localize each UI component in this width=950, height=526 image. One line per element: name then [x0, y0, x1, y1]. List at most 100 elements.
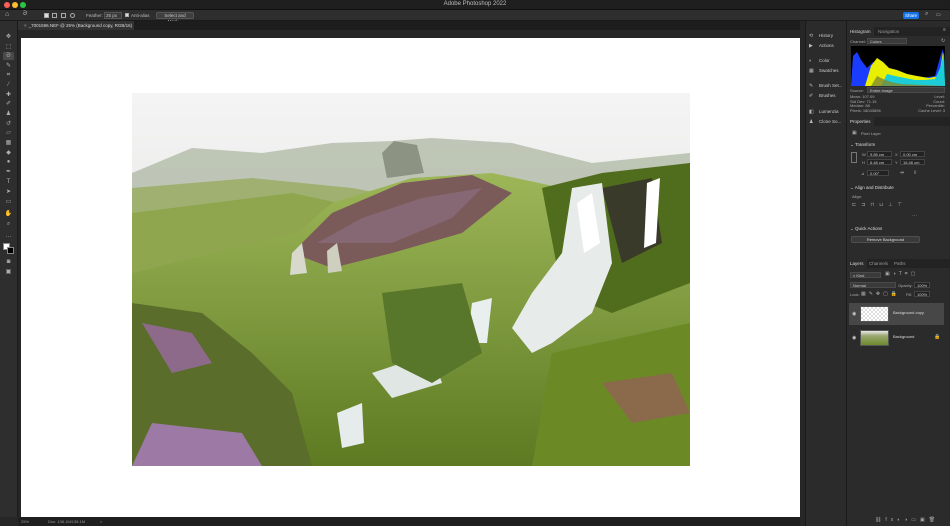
share-button[interactable]: Share — [903, 12, 919, 19]
tab-histogram[interactable]: Histogram — [847, 27, 874, 36]
fill-label: Fill: — [906, 292, 913, 297]
angle-field[interactable]: 0.00° — [867, 170, 889, 176]
remove-background-button[interactable]: Remove Background — [851, 236, 920, 243]
height-field[interactable]: 6.48 cm — [867, 159, 892, 165]
move-icon[interactable]: ✥ — [3, 33, 14, 41]
new-selection-icon[interactable] — [44, 13, 49, 18]
history-icon: ⟲ — [809, 33, 814, 39]
histogram-tabs: Histogram Navigation ≡ — [847, 27, 950, 36]
refresh-histogram-icon[interactable]: ↻ — [941, 38, 945, 44]
properties-tabs: Properties — [847, 117, 950, 126]
feather-input[interactable]: 25 px — [104, 12, 122, 19]
type-icon[interactable]: T — [3, 178, 14, 186]
brushes-panel-button[interactable]: ✐ Brushes — [809, 91, 836, 100]
blur-icon[interactable]: ◆ — [3, 149, 14, 157]
align-buttons[interactable]: ⊏⊐⊓⊔⊥⊤ — [852, 202, 907, 208]
history-panel-button[interactable]: ⟲ History — [809, 31, 833, 40]
add-selection-icon[interactable] — [52, 13, 57, 18]
lasso-icon[interactable]: ᘐ — [3, 52, 14, 60]
marquee-icon[interactable]: ⬚ — [3, 43, 14, 51]
tab-paths[interactable]: Paths — [891, 259, 909, 268]
crop-icon[interactable]: ⌗ — [3, 71, 14, 79]
source-select[interactable]: Entire Image — [867, 87, 945, 93]
close-tab-icon[interactable]: × — [24, 23, 27, 28]
tab-navigation[interactable]: Navigation — [875, 27, 902, 36]
lock-icons[interactable]: ▦✎✥▢🔒 — [861, 291, 900, 297]
width-field[interactable]: 9.85 cm — [867, 151, 892, 157]
select-and-mask-button[interactable]: Select and Mask... — [156, 12, 194, 24]
zoom-icon[interactable]: ⌕ — [3, 220, 14, 228]
histogram-chart — [851, 49, 945, 86]
flip-vertical-icon[interactable]: ⇳ — [913, 170, 917, 176]
swatches-panel-button[interactable]: ▦ Swatches — [809, 66, 839, 75]
blend-mode-select[interactable]: Normal — [850, 282, 896, 288]
history-brush-icon[interactable]: ↺ — [3, 120, 14, 128]
search-icon[interactable]: ⌕ — [925, 11, 928, 18]
layer-thumbnail — [860, 330, 889, 346]
document-tab[interactable]: × _7001596.NEF @ 25% (Background copy, RG… — [18, 21, 134, 37]
shape-icon[interactable]: ▭ — [3, 198, 14, 206]
link-dimensions-icon[interactable] — [851, 152, 857, 163]
visibility-eye-icon[interactable]: ◉ — [852, 311, 856, 317]
dodge-icon[interactable]: ● — [3, 158, 14, 166]
pen-icon[interactable]: ✒ — [3, 168, 14, 176]
lasso-tool-preset-icon[interactable]: ᘐ — [23, 11, 27, 18]
status-menu-arrow[interactable]: > — [100, 517, 102, 526]
transform-section-title[interactable]: ⌄ Transform — [850, 142, 875, 148]
histogram-stats-left: Mean: 107.09 Std Dev: 71.15 Median: 88 P… — [850, 94, 881, 113]
flip-horizontal-icon[interactable]: ⇹ — [900, 170, 904, 176]
layers-footer-icons[interactable]: ⛓fx◐◑▭▣🗑 — [875, 517, 939, 523]
color-panel-button[interactable]: ◐ Color — [809, 56, 830, 65]
panel-menu-icon[interactable]: ≡ — [943, 27, 946, 33]
width-label: W — [862, 152, 866, 157]
layer-filter-icons[interactable]: ▣◑T⌗▢ — [885, 271, 918, 277]
layer-row-background[interactable]: ◉ Background 🔒 — [849, 327, 944, 349]
channel-select[interactable]: Colors — [867, 38, 907, 44]
app-title: Adobe Photoshop 2022 — [443, 1, 507, 7]
eyedropper-icon[interactable]: ⁄ — [3, 81, 14, 89]
tab-properties[interactable]: Properties — [847, 117, 874, 126]
tab-channels[interactable]: Channels — [866, 259, 891, 268]
layer-type-label: Pixel Layer — [861, 131, 881, 136]
y-field[interactable]: 16.46 cm — [900, 159, 925, 165]
landscape-photo[interactable] — [132, 93, 690, 466]
layer-name[interactable]: Background copy — [893, 310, 924, 315]
brush-settings-panel-button[interactable]: ✎ Brush Set... — [809, 81, 843, 90]
lumenzia-panel-button[interactable]: ◧ Lumenzia — [809, 107, 839, 116]
antialias-checkbox[interactable] — [125, 13, 129, 17]
quick-select-icon[interactable]: ✎ — [3, 62, 14, 70]
title-bar: Adobe Photoshop 2022 — [0, 0, 950, 10]
gradient-icon[interactable]: ▦ — [3, 139, 14, 147]
quick-actions-section-title[interactable]: ⌄ Quick Actions — [850, 226, 882, 232]
quick-mask-icon[interactable]: ◙ — [3, 258, 14, 266]
screen-mode-icon[interactable]: ▣ — [3, 268, 14, 276]
brush-icon[interactable]: ✐ — [3, 100, 14, 108]
intersect-selection-icon[interactable] — [70, 13, 75, 18]
eraser-icon[interactable]: ▱ — [3, 129, 14, 137]
opacity-field[interactable]: 100% — [914, 282, 930, 288]
layer-row-background-copy[interactable]: ◉ Background copy — [849, 303, 944, 325]
more-align-icon[interactable]: ··· — [912, 213, 917, 219]
visibility-eye-icon[interactable]: ◉ — [852, 335, 856, 341]
actions-panel-button[interactable]: ▶ Actions — [809, 41, 834, 50]
path-select-icon[interactable]: ➤ — [3, 188, 14, 196]
align-section-title[interactable]: ⌄ Align and Distribute — [850, 185, 894, 191]
workspace-icon[interactable]: ▭ — [936, 12, 941, 18]
hand-icon[interactable]: ✋ — [3, 210, 14, 218]
background-color-swatch[interactable] — [7, 247, 14, 254]
layer-name[interactable]: Background — [893, 334, 914, 339]
stamp-icon[interactable]: ♟ — [3, 110, 14, 118]
more-icon[interactable]: … — [3, 232, 14, 240]
clone-source-panel-button[interactable]: ♟ Clone So... — [809, 117, 841, 126]
align-label: Align: — [852, 194, 863, 199]
fill-field[interactable]: 100% — [914, 291, 930, 297]
height-label: H — [862, 160, 865, 165]
tab-layers[interactable]: Layers — [847, 259, 867, 268]
layer-filter-kind[interactable]: ⌕ Kind — [850, 272, 881, 278]
x-field[interactable]: 0.00 cm — [900, 151, 925, 157]
zoom-level[interactable]: 25% — [21, 517, 29, 526]
subtract-selection-icon[interactable] — [61, 13, 66, 18]
home-icon[interactable]: ⌂ — [5, 11, 9, 18]
source-label: Source: — [850, 88, 864, 93]
healing-icon[interactable]: ✚ — [3, 91, 14, 99]
